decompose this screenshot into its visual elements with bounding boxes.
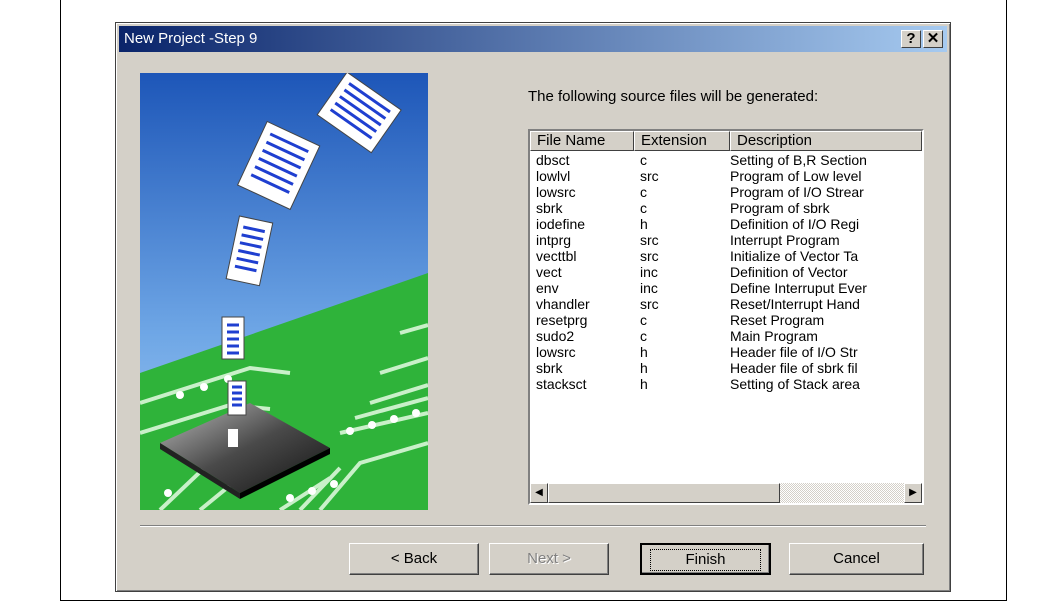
description-cell: Definition of I/O Regi: [730, 216, 860, 232]
column-header-description[interactable]: Description: [730, 131, 922, 151]
table-row[interactable]: sudo2 c Main Program: [530, 328, 922, 344]
extension-cell: src: [640, 232, 659, 248]
table-row[interactable]: vect inc Definition of Vector: [530, 264, 922, 280]
file-name-cell: iodefine: [536, 216, 586, 232]
extension-cell: h: [640, 376, 648, 392]
prompt-text: The following source files will be gener…: [528, 88, 819, 105]
description-cell: Setting of Stack area: [730, 376, 860, 392]
finish-button-label: Finish: [650, 549, 761, 571]
finish-button[interactable]: Finish: [640, 543, 771, 575]
extension-cell: c: [640, 184, 647, 200]
file-name-cell: env: [536, 280, 559, 296]
description-cell: Initialize of Vector Ta: [730, 248, 859, 264]
file-name-cell: dbsct: [536, 152, 570, 168]
table-row[interactable]: dbsct c Setting of B,R Section: [530, 152, 922, 168]
horizontal-scrollbar[interactable]: ◀ ▶: [530, 483, 922, 503]
description-cell: Define Interruput Ever: [730, 280, 867, 296]
title-bar[interactable]: New Project -Step 9 ? ✕: [119, 26, 947, 52]
table-row[interactable]: lowlvl src Program of Low level: [530, 168, 922, 184]
next-button-disabled: Next >: [489, 543, 609, 575]
table-row[interactable]: lowsrc c Program of I/O Strear: [530, 184, 922, 200]
file-name-cell: resetprg: [536, 312, 588, 328]
extension-cell: c: [640, 200, 647, 216]
extension-cell: c: [640, 328, 647, 344]
description-cell: Reset Program: [730, 312, 825, 328]
table-row[interactable]: vhandler src Reset/Interrupt Hand: [530, 296, 922, 312]
cancel-button[interactable]: Cancel: [789, 543, 924, 575]
table-row[interactable]: iodefine h Definition of I/O Regi: [530, 216, 922, 232]
file-name-cell: vect: [536, 264, 562, 280]
table-row[interactable]: sbrk h Header file of sbrk fil: [530, 360, 922, 376]
scrollbar-thumb[interactable]: [548, 483, 780, 503]
extension-cell: inc: [640, 264, 658, 280]
description-cell: Program of Low level: [730, 168, 862, 184]
description-cell: Definition of Vector: [730, 264, 848, 280]
file-name-cell: sbrk: [536, 360, 563, 376]
table-row[interactable]: env inc Define Interruput Ever: [530, 280, 922, 296]
extension-cell: h: [640, 360, 648, 376]
extension-cell: inc: [640, 280, 658, 296]
generated-files-list[interactable]: File Name Extension Description dbsct c Se…: [528, 129, 924, 505]
file-name-cell: lowlvl: [536, 168, 571, 184]
extension-cell: src: [640, 168, 659, 184]
extension-cell: h: [640, 344, 648, 360]
extension-cell: h: [640, 216, 648, 232]
scroll-left-arrow-icon: ◀: [535, 487, 543, 498]
column-header-extension[interactable]: Extension: [634, 131, 730, 151]
file-name-cell: vhandler: [536, 296, 590, 312]
description-cell: Header file of sbrk fil: [730, 360, 858, 376]
table-row[interactable]: stacksct h Setting of Stack area: [530, 376, 922, 392]
help-button[interactable]: ?: [901, 30, 921, 48]
dialog-title: New Project -Step 9: [124, 30, 258, 47]
scroll-right-button[interactable]: ▶: [904, 483, 922, 503]
file-name-cell: sudo2: [536, 328, 575, 344]
list-header: File Name Extension Description: [530, 131, 922, 151]
description-cell: Interrupt Program: [730, 232, 840, 248]
list-rows: dbsct c Setting of B,R Section lowlvl src Pro…: [530, 152, 922, 392]
table-row[interactable]: resetprg c Reset Program: [530, 312, 922, 328]
file-name-cell: vecttbl: [536, 248, 577, 264]
extension-cell: c: [640, 312, 647, 328]
description-cell: Program of I/O Strear: [730, 184, 864, 200]
scroll-left-button[interactable]: ◀: [530, 483, 548, 503]
column-header-file-name[interactable]: File Name: [530, 131, 634, 151]
description-cell: Header file of I/O Str: [730, 344, 858, 360]
extension-cell: src: [640, 296, 659, 312]
table-row[interactable]: lowsrc h Header file of I/O Str: [530, 344, 922, 360]
wizard-illustration: [140, 73, 428, 510]
help-question-icon: ?: [906, 30, 916, 47]
button-separator: [140, 525, 926, 527]
extension-cell: src: [640, 248, 659, 264]
new-project-dialog: New Project -Step 9 ? ✕ The following so…: [115, 22, 951, 592]
description-cell: Reset/Interrupt Hand: [730, 296, 860, 312]
description-cell: Program of sbrk: [730, 200, 830, 216]
file-name-cell: stacksct: [536, 376, 587, 392]
table-row[interactable]: intprg src Interrupt Program: [530, 232, 922, 248]
file-name-cell: lowsrc: [536, 184, 576, 200]
description-cell: Main Program: [730, 328, 818, 344]
close-icon: ✕: [926, 30, 940, 47]
scroll-right-arrow-icon: ▶: [909, 487, 917, 498]
scrollbar-track[interactable]: [548, 483, 904, 503]
back-button[interactable]: < Back: [349, 543, 479, 575]
table-row[interactable]: sbrk c Program of sbrk: [530, 200, 922, 216]
file-name-cell: intprg: [536, 232, 572, 248]
close-button[interactable]: ✕: [923, 30, 943, 48]
description-cell: Setting of B,R Section: [730, 152, 867, 168]
file-name-cell: sbrk: [536, 200, 563, 216]
table-row[interactable]: vecttbl src Initialize of Vector Ta: [530, 248, 922, 264]
extension-cell: c: [640, 152, 647, 168]
file-name-cell: lowsrc: [536, 344, 576, 360]
